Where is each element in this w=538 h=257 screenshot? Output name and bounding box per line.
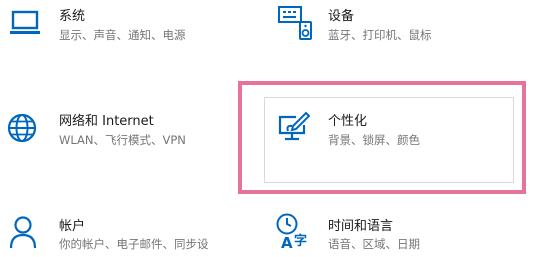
accounts-desc: 你的帐户、电子邮件、同步设 <box>59 237 209 251</box>
svg-text:A: A <box>281 234 293 250</box>
globe-icon <box>7 113 37 143</box>
time-language-icon: A 字 <box>276 213 307 250</box>
system-tile[interactable]: 系统 显示、声音、通知、电源 <box>0 0 240 50</box>
accounts-title: 帐户 <box>59 219 86 234</box>
bottom-edge-mask <box>0 252 538 257</box>
settings-page: 系统 显示、声音、通知、电源 设备 蓝牙、打印机、鼠标 网络和 Internet… <box>0 0 538 257</box>
paint-brush-monitor-icon <box>278 111 310 141</box>
devices-title: 设备 <box>328 9 355 24</box>
svg-text:字: 字 <box>294 233 307 249</box>
person-icon <box>9 216 37 249</box>
network-desc: WLAN、飞行模式、VPN <box>59 133 186 147</box>
accounts-tile[interactable]: 帐户 你的帐户、电子邮件、同步设 <box>0 208 240 257</box>
devices-tile[interactable]: 设备 蓝牙、打印机、鼠标 <box>270 0 530 50</box>
network-tile[interactable]: 网络和 Internet WLAN、飞行模式、VPN <box>0 100 240 160</box>
system-title: 系统 <box>59 9 86 24</box>
network-title: 网络和 Internet <box>59 114 154 129</box>
time-language-title: 时间和语言 <box>328 219 394 234</box>
keyboard-speaker-icon <box>278 6 312 40</box>
personalization-title: 个性化 <box>328 114 368 129</box>
laptop-icon <box>10 10 40 34</box>
devices-desc: 蓝牙、打印机、鼠标 <box>328 28 432 42</box>
personalization-tile[interactable]: 个性化 背景、锁屏、颜色 <box>264 97 514 183</box>
time-language-tile[interactable]: A 字 时间和语言 语音、区域、日期 <box>270 208 530 257</box>
personalization-desc: 背景、锁屏、颜色 <box>328 133 420 147</box>
system-desc: 显示、声音、通知、电源 <box>59 28 186 42</box>
time-language-desc: 语音、区域、日期 <box>328 237 420 251</box>
